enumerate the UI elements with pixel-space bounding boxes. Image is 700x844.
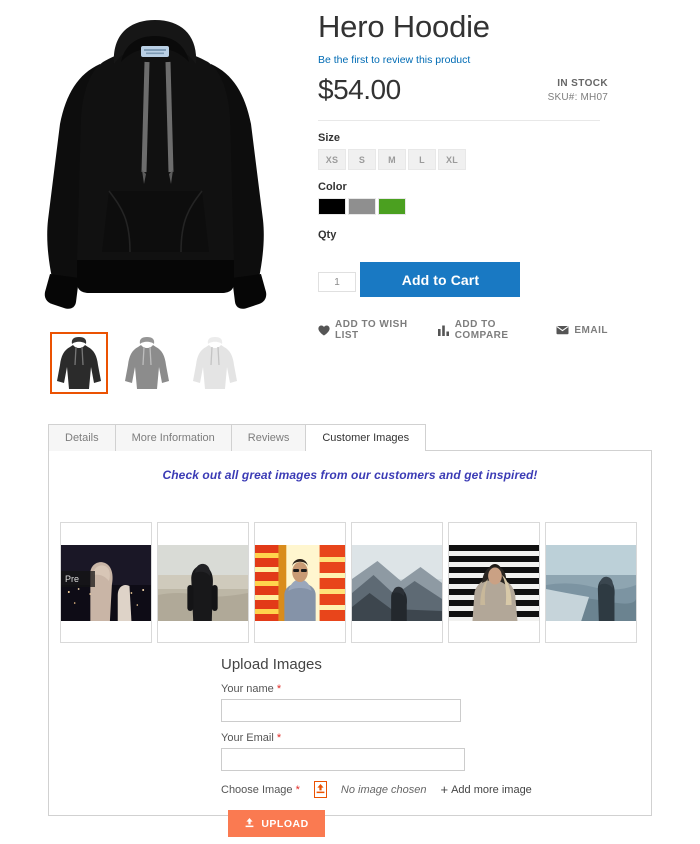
- name-field-label: Your name *: [221, 683, 521, 695]
- choose-image-label-text: Choose Image: [221, 783, 293, 796]
- carousel-slide-3[interactable]: [254, 522, 346, 643]
- tab-more-information[interactable]: More Information: [114, 424, 232, 451]
- upload-icon: [244, 817, 255, 831]
- size-option-xs[interactable]: XS: [318, 149, 346, 171]
- product-tabs: Details More Information Reviews Custome…: [48, 424, 652, 837]
- gray-hoodie-thumb-icon: [125, 337, 169, 389]
- color-option-black[interactable]: [318, 198, 346, 216]
- carousel-slide-1[interactable]: Pre: [60, 522, 152, 643]
- add-to-wishlist-link[interactable]: ADD TO WISH LIST: [318, 319, 420, 341]
- page-title: Hero Hoodie: [318, 9, 490, 44]
- product-gallery: [0, 0, 310, 410]
- price-row: $54.00 IN STOCK SKU#: MH07: [318, 74, 608, 116]
- add-more-image-label: Add more image: [451, 783, 532, 796]
- size-label: Size: [318, 132, 341, 145]
- carousel-prev-button[interactable]: Pre: [61, 571, 95, 587]
- black-hoodie-illustration: [8, 2, 303, 320]
- product-sku: SKU#: MH07: [547, 92, 608, 104]
- email-field[interactable]: [221, 748, 465, 771]
- size-option-s[interactable]: S: [348, 149, 376, 171]
- plus-icon: +: [440, 782, 449, 797]
- size-option-l[interactable]: L: [408, 149, 436, 171]
- thumbnail-black-hoodie[interactable]: [50, 332, 108, 394]
- envelope-icon: [556, 325, 569, 335]
- tab-details[interactable]: Details: [48, 424, 116, 451]
- product-actions: ADD TO WISH LIST ADD TO COMPARE EMAIL: [318, 319, 608, 341]
- white-hoodie-thumb-icon: [193, 337, 237, 389]
- carousel-slide-5[interactable]: [448, 522, 540, 643]
- upload-form-title: Upload Images: [221, 656, 322, 673]
- name-field[interactable]: [221, 699, 461, 722]
- upload-images-form: Upload Images Your name * Your Email * C…: [221, 656, 532, 837]
- panel-heading: Check out all great images from our cust…: [162, 468, 538, 482]
- choose-image-required-mark: *: [295, 783, 300, 796]
- add-to-wishlist-label: ADD TO WISH LIST: [335, 319, 408, 342]
- status-badge: IN STOCK: [557, 78, 608, 90]
- quantity-stepper[interactable]: [318, 272, 356, 293]
- choose-file-button[interactable]: [313, 781, 327, 799]
- customer-images-carousel: Pre: [60, 522, 644, 643]
- heart-icon: [318, 325, 330, 336]
- upload-button-label: UPLOAD: [261, 817, 309, 830]
- size-swatch-group: XS S M L XL: [318, 149, 608, 171]
- size-option-xl[interactable]: XL: [438, 149, 466, 171]
- add-to-compare-label: ADD TO COMPARE: [454, 319, 509, 342]
- carousel-slide-4[interactable]: [351, 522, 443, 643]
- color-option-gray[interactable]: [348, 198, 376, 216]
- product-detail-section: Hero Hoodie Be the first to review this …: [0, 0, 700, 410]
- product-page: Hero Hoodie Be the first to review this …: [0, 0, 700, 844]
- thumbnail-white-hoodie[interactable]: [186, 332, 244, 394]
- add-to-cart-button[interactable]: Add to Cart: [360, 262, 521, 298]
- color-label: Color: [318, 181, 347, 194]
- add-to-compare-link[interactable]: ADD TO COMPARE: [437, 319, 539, 342]
- email-field-label: Your Email *: [221, 732, 521, 744]
- customer-image-4: [352, 544, 442, 621]
- stock-info: IN STOCK SKU#: MH07: [548, 78, 608, 103]
- tab-strip: Details More Information Reviews Custome…: [48, 424, 652, 452]
- add-more-image-link[interactable]: + Add more image: [441, 782, 532, 797]
- carousel-track: Pre: [60, 522, 644, 643]
- customer-image-2: [158, 544, 248, 621]
- bar-chart-icon: [437, 325, 450, 336]
- choose-image-row: Choose Image * No image chosen + Add mor…: [221, 781, 532, 799]
- carousel-slide-2[interactable]: [157, 522, 249, 643]
- email-link[interactable]: EMAIL: [556, 325, 608, 336]
- review-link[interactable]: Be the first to review this product: [318, 54, 470, 66]
- email-label-text: Your Email: [221, 732, 274, 744]
- color-swatch-group: [318, 198, 608, 216]
- thumbnail-strip: [50, 332, 244, 394]
- main-product-image[interactable]: [8, 2, 303, 320]
- qty-label: Qty: [318, 229, 337, 242]
- product-info: Hero Hoodie Be the first to review this …: [318, 0, 608, 341]
- carousel-slide-6[interactable]: [545, 522, 637, 643]
- color-option-green[interactable]: [378, 198, 406, 216]
- upload-button[interactable]: UPLOAD: [228, 810, 325, 837]
- tab-customer-images[interactable]: Customer Images: [305, 424, 427, 452]
- name-label-text: Your name: [221, 683, 274, 695]
- name-required-mark: *: [276, 683, 282, 695]
- email-label: EMAIL: [574, 324, 608, 336]
- divider: [318, 120, 600, 122]
- tab-reviews[interactable]: Reviews: [230, 424, 307, 451]
- size-option-m[interactable]: M: [378, 149, 406, 171]
- customer-image-6: [546, 544, 636, 621]
- thumbnail-gray-hoodie[interactable]: [118, 332, 176, 394]
- file-status-text: No image chosen: [340, 783, 427, 796]
- customer-image-5: [449, 544, 539, 621]
- customer-image-3: [255, 544, 345, 621]
- black-hoodie-thumb-icon: [57, 337, 101, 389]
- tab-panel-customer-images: Check out all great images from our cust…: [48, 450, 652, 837]
- upload-arrow-icon: [315, 781, 326, 799]
- choose-image-label: Choose Image *: [221, 784, 300, 796]
- email-required-mark: *: [276, 732, 282, 744]
